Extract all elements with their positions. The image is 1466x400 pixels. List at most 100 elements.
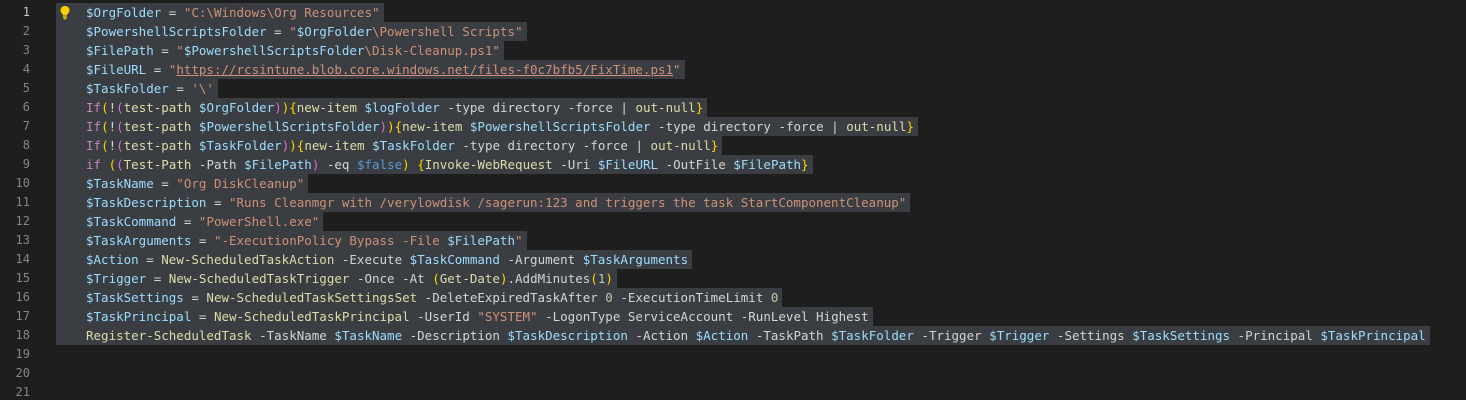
code-token: =: [183, 290, 207, 305]
code-token: -Description: [402, 328, 508, 343]
code-token: $OrgFolder: [86, 5, 162, 20]
lightbulb-icon[interactable]: [58, 3, 72, 22]
code-line[interactable]: Register-ScheduledTask -TaskName $TaskNa…: [56, 326, 1430, 345]
line-number: 15: [15, 271, 30, 285]
code-token: -Uri: [552, 157, 598, 172]
line-number: 2: [22, 24, 30, 38]
code-token: "Org DiskCleanup": [176, 176, 305, 191]
code-token: Highest: [816, 309, 869, 324]
code-token: out-null: [650, 138, 711, 153]
code-line[interactable]: if ((Test-Path -Path $FilePath) -eq $fal…: [56, 155, 1430, 174]
code-token: 0: [605, 290, 613, 305]
code-token: Register-ScheduledTask: [86, 328, 252, 343]
code-line[interactable]: If(!(test-path $OrgFolder)){new-item $lo…: [56, 98, 1430, 117]
code-token: |: [612, 100, 636, 115]
code-editor[interactable]: 1 2 3 4 5 6 7 8 9 10 11 12 13 14 15 16 17 18 19 20 21 $OrgFo…: [0, 0, 1466, 400]
code-token: ): [274, 100, 282, 115]
line-number-gutter: 1 2 3 4 5 6 7 8 9 10 11 12 13 14 15 16 17 18 19 20 21: [0, 3, 56, 400]
code-token: $Trigger: [86, 271, 147, 286]
selection-highlight: $OrgFolder = "C:\Windows\Org Resources": [56, 3, 384, 22]
code-line[interactable]: [56, 345, 1430, 364]
code-token: |: [627, 138, 651, 153]
code-line[interactable]: $TaskCommand = "PowerShell.exe": [56, 212, 1430, 231]
code-token: $false: [356, 157, 403, 172]
code-line[interactable]: $TaskPrincipal = New-ScheduledTaskPrinci…: [56, 307, 1430, 326]
line-number: 1: [22, 5, 30, 19]
code-token: out-null: [846, 119, 907, 134]
code-token: $FilePath: [447, 233, 515, 248]
code-token: !: [108, 119, 117, 134]
code-token: (: [116, 138, 124, 153]
selection-highlight: $Action = New-ScheduledTaskAction -Execu…: [56, 250, 693, 269]
code-token: -eq: [319, 157, 357, 172]
code-token: ): [605, 271, 613, 286]
line-number: 12: [15, 214, 30, 228]
selection-highlight: $TaskDescription = "Runs Cleanmgr with /…: [56, 193, 911, 212]
code-token: }: [710, 138, 719, 153]
code-token: -Path: [191, 157, 245, 172]
code-token: $FilePath: [733, 157, 802, 172]
code-token: (: [101, 100, 109, 115]
code-line[interactable]: [56, 364, 1430, 383]
code-token: =: [168, 81, 192, 96]
code-token: $TaskName: [334, 328, 403, 343]
code-line[interactable]: If(!(test-path $TaskFolder)){new-item $T…: [56, 136, 1430, 155]
code-token: ): [499, 271, 508, 286]
code-token: {: [417, 157, 425, 172]
code-token: ServiceAccount: [627, 309, 734, 324]
code-line[interactable]: $TaskFolder = '\': [56, 79, 1430, 98]
selection-highlight: If(!(test-path $PowershellScriptsFolder)…: [56, 117, 918, 136]
code-token: ): [387, 119, 395, 134]
code-token: (: [101, 138, 109, 153]
code-line[interactable]: $FilePath = "$PowershellScriptsFolder\Di…: [56, 41, 1430, 60]
code-line[interactable]: $Action = New-ScheduledTaskAction -Execu…: [56, 250, 1430, 269]
code-token: ): [289, 138, 297, 153]
code-token: {: [289, 100, 297, 115]
code-token: -Argument: [499, 252, 583, 267]
code-token: If: [86, 119, 102, 134]
selection-highlight: if ((Test-Path -Path $FilePath) -eq $fal…: [56, 155, 813, 174]
selection-highlight: $TaskSettings = New-ScheduledTaskSetting…: [56, 288, 783, 307]
code-line[interactable]: [56, 383, 1430, 400]
code-token: -TaskPath: [748, 328, 832, 343]
code-line[interactable]: $TaskSettings = New-ScheduledTaskSetting…: [56, 288, 1430, 307]
code-token: $PowershellScriptsFolder: [183, 43, 365, 58]
code-token: $TaskFolder: [198, 138, 282, 153]
line-number: 8: [22, 138, 30, 152]
selection-highlight: If(!(test-path $OrgFolder)){new-item $lo…: [56, 98, 708, 117]
code-token: $TaskFolder: [372, 138, 455, 153]
code-line[interactable]: $FileURL = "https://rcsintune.blob.core.…: [56, 60, 1430, 79]
code-token: $TaskPrincipal: [86, 309, 192, 324]
selection-highlight: $FilePath = "$PowershellScriptsFolder\Di…: [56, 41, 504, 60]
code-line[interactable]: $OrgFolder = "C:\Windows\Org Resources": [56, 3, 1430, 22]
line-number: 5: [22, 81, 30, 95]
code-line[interactable]: $TaskArguments = "-ExecutionPolicy Bypas…: [56, 231, 1430, 250]
code-token: (: [116, 119, 124, 134]
code-token: =: [146, 62, 169, 77]
code-line[interactable]: $TaskDescription = "Runs Cleanmgr with /…: [56, 193, 1430, 212]
code-token: ": [289, 24, 297, 39]
code-line[interactable]: $PowershellScriptsFolder = "$OrgFolder\P…: [56, 22, 1430, 41]
code-token: $OrgFolder: [198, 100, 275, 115]
code-line[interactable]: $TaskName = "Org DiskCleanup": [56, 174, 1430, 193]
line-number: 21: [15, 385, 30, 399]
code-token: -Settings: [1049, 328, 1133, 343]
code-area[interactable]: $OrgFolder = "C:\Windows\Org Resources" $…: [56, 3, 1430, 400]
code-token: new-item: [304, 138, 365, 153]
code-token: (: [101, 119, 109, 134]
code-token: -LogonType: [537, 309, 628, 324]
code-token[interactable]: https://rcsintune.blob.core.windows.net/…: [176, 62, 673, 77]
code-line[interactable]: $Trigger = New-ScheduledTaskTrigger -Onc…: [56, 269, 1430, 288]
code-token: if: [86, 157, 102, 172]
code-token: }: [695, 100, 704, 115]
code-token: directory: [703, 119, 771, 134]
code-token: {: [394, 119, 403, 134]
code-token: =: [176, 214, 199, 229]
selection-highlight: $PowershellScriptsFolder = "$OrgFolder\P…: [56, 22, 527, 41]
code-line[interactable]: If(!(test-path $PowershellScriptsFolder)…: [56, 117, 1430, 136]
code-token: Invoke-WebRequest: [424, 157, 553, 172]
